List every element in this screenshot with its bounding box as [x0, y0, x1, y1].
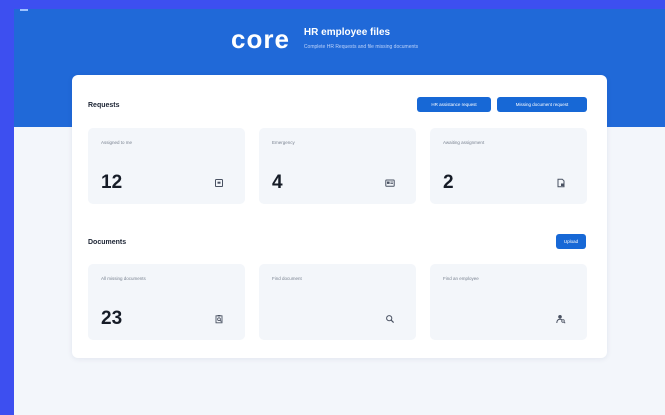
app-window: core HR employee files Complete HR Reque…: [14, 9, 665, 415]
card-emergency[interactable]: Emergency 4: [259, 128, 416, 204]
card-label: Emergency: [272, 140, 295, 145]
page-title: HR employee files: [303, 27, 391, 38]
core-logo[interactable]: core: [231, 26, 290, 52]
missing-document-request-button[interactable]: Missing document request: [497, 97, 587, 112]
card-count: 12: [101, 172, 123, 193]
card-awaiting-assignment[interactable]: Awaiting assignment 2: [430, 128, 587, 204]
card-label: Find document: [272, 276, 302, 281]
contact-card-icon: [385, 178, 395, 188]
hr-assistance-request-button[interactable]: HR assistance request: [417, 97, 491, 112]
card-count: 23: [101, 308, 123, 329]
card-find-an-employee[interactable]: Find an employee: [430, 264, 587, 340]
documents-heading: Documents: [88, 239, 127, 246]
main-panel: Requests HR assistance request Missing d…: [72, 75, 607, 358]
card-find-document[interactable]: Find document: [259, 264, 416, 340]
brand: core HR employee files Complete HR Reque…: [231, 26, 418, 52]
card-label: Awaiting assignment: [443, 140, 485, 145]
person-search-icon: [556, 314, 566, 324]
card-assigned-to-me[interactable]: Assigned to me 12: [88, 128, 245, 204]
search-icon: [385, 314, 395, 324]
page-subtitle: Complete HR Requests and file missing do…: [303, 44, 419, 50]
app-heading: HR employee files Complete HR Requests a…: [304, 27, 418, 51]
corner-decoration: [20, 9, 28, 11]
upload-button[interactable]: Upload: [556, 234, 586, 249]
card-count: 4: [272, 172, 283, 193]
requests-heading: Requests: [88, 102, 120, 109]
clipboard-search-icon: [214, 314, 224, 324]
card-all-missing-documents[interactable]: All missing documents 23: [88, 264, 245, 340]
document-icon: [556, 178, 566, 188]
card-label: Find an employee: [443, 276, 479, 281]
card-label: Assigned to me: [101, 140, 133, 145]
card-label: All missing documents: [101, 276, 146, 281]
card-count: 2: [443, 172, 454, 193]
id-card-icon: [214, 178, 224, 188]
